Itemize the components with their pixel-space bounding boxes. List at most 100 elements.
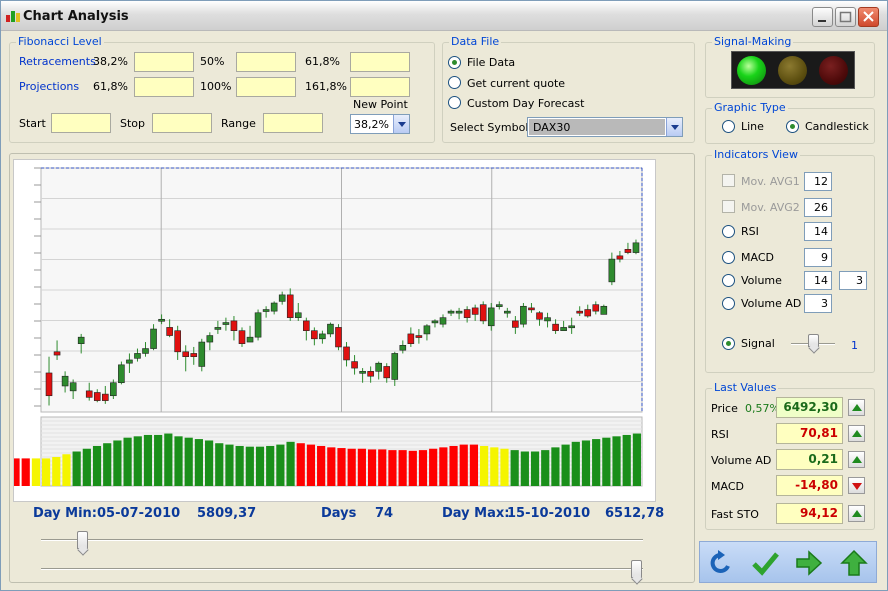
candle-body [134,353,141,359]
day-max-label: Day Max: [442,506,510,521]
candlestick-label: Candlestick [805,120,869,133]
radio-macd[interactable] [722,251,735,264]
chevron-down-icon[interactable] [393,115,409,133]
signal-bar [398,450,407,486]
signal-bar [571,441,580,486]
macd-label: MACD [741,251,774,264]
candle-body [254,312,262,338]
macd-down-arrow-icon[interactable] [848,477,865,494]
radio-candlestick[interactable] [786,120,799,133]
candle-body [327,323,334,335]
volume-value[interactable]: 14 [804,271,832,290]
symbol-value: DAX30 [533,121,571,134]
minimize-button[interactable] [812,7,833,27]
data-file-group-title: Data File [449,35,502,48]
checkmark-icon[interactable] [750,548,780,578]
stop-field[interactable] [152,113,212,133]
mov-avg1-label: Mov. AVG1 [741,175,800,188]
maximize-button[interactable] [835,7,856,27]
signal-bar [154,434,163,486]
app-window: Chart Analysis Fibonacci Level Retraceme… [0,0,888,591]
retracements-label: Retracements [19,55,96,68]
signal-bar [255,446,265,486]
signal-slider-thumb[interactable] [808,334,819,347]
candle-body [568,325,575,329]
price-up-arrow-icon[interactable] [848,399,865,416]
radio-signal[interactable] [722,337,735,350]
mov-avg1-value[interactable]: 12 [804,172,832,191]
radio-volume[interactable] [722,274,735,287]
volume-value-2[interactable]: 3 [839,271,867,290]
candle-body [45,372,53,397]
projection-field-2[interactable] [236,77,296,97]
candle-body [85,390,93,398]
start-range-slider-thumb[interactable] [77,531,88,549]
end-range-slider-thumb[interactable] [631,560,642,578]
signal-bar [510,450,519,486]
radio-rsi[interactable] [722,225,735,238]
retracement-field-1[interactable] [134,52,194,72]
title-bar[interactable]: Chart Analysis [1,1,887,31]
mov-avg2-value[interactable]: 26 [804,198,832,217]
chevron-down-icon[interactable] [666,118,682,136]
candle-body [286,294,294,318]
candle-body [319,333,326,340]
candle-body [528,307,535,311]
range-field[interactable] [263,113,323,133]
signal-bar [123,437,132,486]
radio-current-quote[interactable] [448,76,461,89]
rsi-value[interactable]: 14 [804,222,832,241]
candle-body [399,345,407,351]
signal-bar [449,445,458,486]
rsi-up-arrow-icon[interactable] [848,425,865,442]
end-range-slider-track[interactable] [41,568,643,570]
signal-bar [561,444,570,486]
projection-field-3[interactable] [350,77,410,97]
candle-body [335,327,342,348]
macd-value[interactable]: 9 [804,248,832,267]
retracement-field-3[interactable] [350,52,410,72]
last-values-group-title: Last Values [712,381,779,394]
signal-bar [103,443,112,486]
radio-file-data[interactable] [448,56,461,69]
start-field[interactable] [51,113,111,133]
candle-body [182,351,190,357]
volume-ad-up-arrow-icon[interactable] [848,451,865,468]
radio-volume-ad[interactable] [722,297,735,310]
checkbox-mov-avg2[interactable] [722,200,735,213]
symbol-select[interactable]: DAX30 [527,117,683,137]
arrow-right-icon[interactable] [794,548,824,578]
signal-bar [184,437,193,486]
retracement-field-2[interactable] [236,52,296,72]
candle-body [118,364,125,384]
projection-field-1[interactable] [134,77,194,97]
checkbox-mov-avg1[interactable] [722,174,735,187]
projections-label: Projections [19,80,80,93]
signal-bar [42,458,51,486]
fast-sto-up-arrow-icon[interactable] [848,505,865,522]
rsi-last-value: 70,81 [776,423,843,444]
arrow-up-icon[interactable] [839,548,869,578]
close-button[interactable] [858,7,879,27]
indicators-group-title: Indicators View [712,148,800,161]
signal-bar [520,451,529,486]
candle-body [270,302,278,312]
signal-bar [14,458,20,486]
signal-bar [266,445,275,486]
radio-line[interactable] [722,120,735,133]
graphic-type-group-title: Graphic Type [712,101,788,114]
signal-bar [215,443,224,486]
macd-last-label: MACD [711,480,744,493]
volume-ad-last-value: 0,21 [776,449,843,470]
candle-body [158,318,165,322]
volume-ad-value[interactable]: 3 [804,294,832,313]
new-point-select[interactable]: 38,2% [350,114,410,134]
candlestick-chart[interactable] [14,160,655,501]
radio-custom-forecast[interactable] [448,96,461,109]
undo-icon[interactable] [706,548,736,578]
retracement-level-1: 38,2% [93,55,128,68]
candle-body [504,310,511,314]
start-range-slider-track[interactable] [41,539,643,541]
fast-sto-label: Fast STO [711,508,759,521]
candle-body [487,307,495,327]
